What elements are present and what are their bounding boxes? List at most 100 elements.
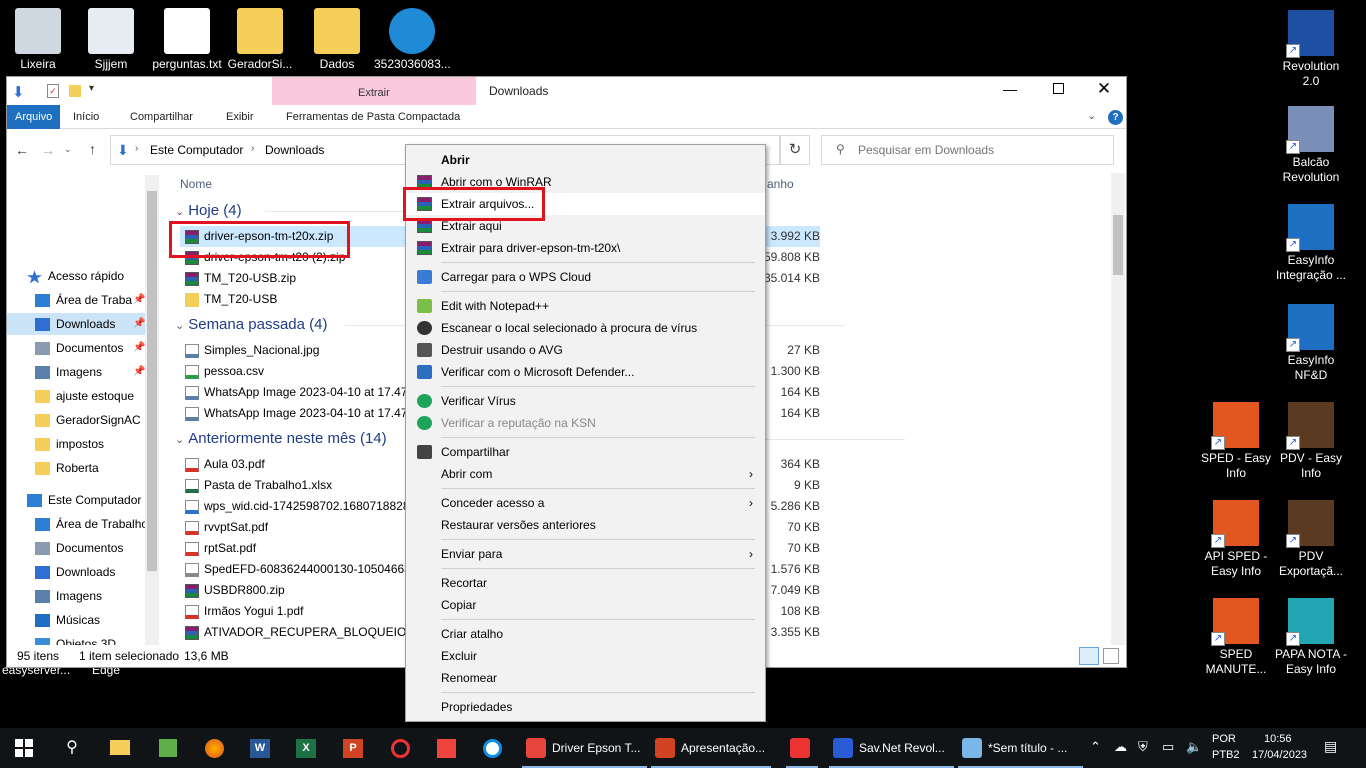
menu-item-abrir[interactable]: Abrir (406, 149, 765, 171)
customize-qa-icon[interactable]: ▾ (89, 83, 94, 94)
menu-item-compartilhar[interactable]: Compartilhar (406, 441, 765, 463)
desktop-icon-sped[interactable]: ↗ SPED MANUTE... (1198, 598, 1274, 677)
security-icon[interactable]: ⛨ (1138, 739, 1148, 755)
scroll-thumb[interactable] (1113, 215, 1123, 275)
clock-time[interactable]: 10:56 (1264, 733, 1292, 745)
nav-item-documentos[interactable]: Documentos 📌 (7, 337, 145, 359)
taskbar-app-wps-presentation[interactable]: Apresentação... (651, 728, 771, 768)
menu-item-renomear[interactable]: Renomear (406, 667, 765, 689)
desktop-icon-papa-nota[interactable]: ↗ PAPA NOTA - Easy Info (1273, 598, 1349, 677)
notifications-icon[interactable]: ▤ (1324, 738, 1337, 755)
menu-item-restaurar-vers-es-anteriores[interactable]: Restaurar versões anteriores (406, 514, 765, 536)
start-windows-icon[interactable] (10, 734, 38, 762)
menu-item-enviar-para[interactable]: Enviar para › (406, 543, 765, 565)
menu-item-escanear-o-local-selecionado-procura-de-v-rus[interactable]: Escanear o local selecionado à procura d… (406, 317, 765, 339)
desktop-icon-easyinfo[interactable]: ↗ EasyInfo Integração ... (1273, 204, 1349, 283)
tab-arquivo[interactable]: Arquivo (7, 105, 61, 129)
taskbar-app-paint[interactable]: *Sem título - ... (958, 728, 1083, 768)
menu-item-destruir-usando-o-avg[interactable]: Destruir usando o AVG (406, 339, 765, 361)
desktop-icon-pdv[interactable]: ↗ PDV Exportaçã... (1273, 500, 1349, 579)
tab-ferramentas[interactable]: Ferramentas de Pasta Compactada (278, 105, 468, 129)
nav-item-este-computador[interactable]: Este Computador (7, 489, 145, 511)
menu-item-propriedades[interactable]: Propriedades (406, 696, 765, 718)
language-indicator[interactable]: POR (1212, 733, 1236, 745)
menu-item-excluir[interactable]: Excluir (406, 645, 765, 667)
tab-exibir[interactable]: Exibir (218, 105, 262, 129)
desktop-icon-folder[interactable]: GeradorSi... (222, 8, 298, 72)
taskbar-app-savnet[interactable]: Sav.Net Revol... (829, 728, 954, 768)
menu-item-abrir-com-o-winrar[interactable]: Abrir com o WinRAR (406, 171, 765, 193)
nav-item--rea-de-traba[interactable]: Área de Traba 📌 (7, 289, 145, 311)
nav-scrollbar[interactable] (145, 175, 159, 649)
search-icon[interactable]: ⚲ (58, 734, 86, 762)
nav-item--rea-de-trabalho[interactable]: Área de Trabalho (7, 513, 148, 535)
desktop-icon-pdv[interactable]: ↗ PDV - Easy Info (1273, 402, 1349, 481)
word-icon[interactable]: W (246, 734, 274, 762)
menu-item-extrair-para-driver-epson-tm-t20x[interactable]: Extrair para driver-epson-tm-t20x\ (406, 237, 765, 259)
nav-item-imagens[interactable]: Imagens (7, 585, 145, 607)
nav-item-acesso-r-pido[interactable]: Acesso rápido (7, 265, 145, 287)
back-icon[interactable]: ← (15, 142, 29, 158)
menu-item-extrair-aqui[interactable]: Extrair aqui (406, 215, 765, 237)
desktop-icon-easyinfo[interactable]: ↗ EasyInfo NF&D (1273, 304, 1349, 383)
nav-item-impostos[interactable]: impostos (7, 433, 145, 455)
menu-item-criar-atalho[interactable]: Criar atalho (406, 623, 765, 645)
nav-item-downloads[interactable]: Downloads (7, 561, 145, 583)
desktop-icon-edge[interactable]: 3523036083... (374, 8, 451, 72)
nav-item-roberta[interactable]: Roberta (7, 457, 145, 479)
search-box[interactable]: ⚲ (821, 135, 1114, 165)
new-folder-icon[interactable] (69, 85, 81, 97)
expand-ribbon-icon[interactable]: ⌄ (1087, 109, 1096, 122)
menu-item-verificar-a-reputa-o-na-ksn[interactable]: Verificar a reputação na KSN (406, 412, 765, 434)
column-header-name[interactable]: Nome (180, 173, 212, 195)
powerpoint-icon[interactable]: P (339, 734, 367, 762)
desktop-icon-printer[interactable]: ↗ Balcão Revolution (1273, 106, 1349, 185)
nav-item-m-sicas[interactable]: Músicas (7, 609, 145, 631)
firefox-icon[interactable] (200, 734, 228, 762)
anydesk-icon[interactable] (432, 734, 460, 762)
desktop-icon-text-file[interactable]: perguntas.txt (149, 8, 225, 72)
tab-compartilhar[interactable]: Compartilhar (122, 105, 201, 129)
menu-item-verificar-com-o-microsoft-defender[interactable]: Verificar com o Microsoft Defender... (406, 361, 765, 383)
menu-item-verificar-v-rus[interactable]: Verificar Vírus (406, 390, 765, 412)
desktop-icon-sped[interactable]: ↗ SPED - Easy Info (1198, 402, 1274, 481)
menu-item-extrair-arquivos[interactable]: Extrair arquivos... (406, 193, 765, 215)
nav-item-ajuste-estoque[interactable]: ajuste estoque (7, 385, 145, 407)
refresh-button[interactable]: ↻ (780, 135, 810, 165)
menu-item-copiar[interactable]: Copiar (406, 594, 765, 616)
file-explorer-icon[interactable] (106, 734, 134, 762)
breadcrumb-downloads[interactable]: Downloads (265, 143, 324, 157)
desktop-icon-folder[interactable]: Dados (299, 8, 375, 72)
help-icon[interactable]: ? (1108, 110, 1123, 125)
tab-inicio[interactable]: Início (65, 105, 107, 129)
onedrive-icon[interactable]: ☁ (1114, 739, 1127, 755)
menu-item-edit-with-notepad[interactable]: Edit with Notepad++ (406, 295, 765, 317)
menu-item-carregar-para-o-wps-cloud[interactable]: Carregar para o WPS Cloud (406, 266, 765, 288)
up-icon[interactable]: ↑ (89, 141, 96, 157)
nav-item-documentos[interactable]: Documentos (7, 537, 145, 559)
desktop-icon-revolution[interactable]: ↗ Revolution 2.0 (1273, 10, 1349, 89)
breadcrumb-este-computador[interactable]: Este Computador (150, 143, 243, 157)
desktop-icon-document[interactable]: Sjjjem (73, 8, 149, 72)
minimize-button[interactable]: — (995, 81, 1025, 97)
menu-item-abrir-com[interactable]: Abrir com › (406, 463, 765, 485)
details-view-icon[interactable] (1079, 647, 1099, 665)
nav-item-downloads[interactable]: Downloads 📌 (7, 313, 145, 335)
taskbar-app-app[interactable] (786, 728, 818, 768)
desktop-icon-sped[interactable]: ↗ API SPED - Easy Info (1198, 500, 1274, 579)
network-icon[interactable]: ▭ (1162, 739, 1174, 755)
app-icon[interactable] (386, 734, 414, 762)
menu-item-recortar[interactable]: Recortar (406, 572, 765, 594)
show-hidden-icons-icon[interactable]: ⌃ (1090, 739, 1101, 755)
desktop-icon-recycle-bin[interactable]: Lixeira (0, 8, 76, 72)
clock-date[interactable]: 17/04/2023 (1252, 749, 1307, 761)
history-dropdown-icon[interactable]: ⌄ (64, 144, 72, 155)
nav-item-imagens[interactable]: Imagens 📌 (7, 361, 145, 383)
volume-icon[interactable]: 🔈 (1186, 739, 1202, 755)
column-header-size[interactable]: anho (767, 173, 794, 195)
excel-icon[interactable]: X (292, 734, 320, 762)
properties-icon[interactable]: ✓ (47, 84, 59, 98)
close-button[interactable]: ✕ (1089, 79, 1119, 99)
file-scrollbar[interactable] (1111, 173, 1125, 651)
notepad-icon[interactable] (154, 734, 182, 762)
